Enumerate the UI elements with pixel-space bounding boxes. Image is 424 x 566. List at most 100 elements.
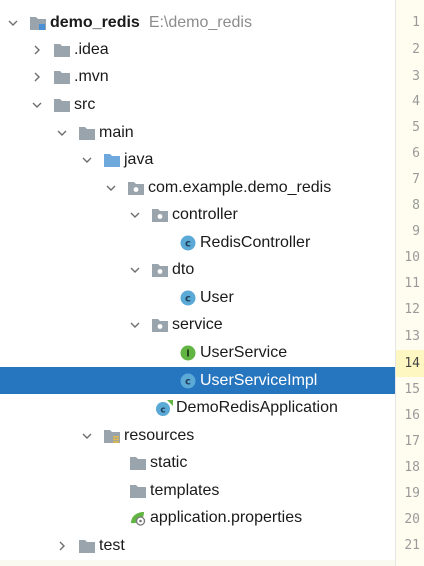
package-icon [150,316,170,334]
tree-item-label: UserService [200,343,288,361]
line-number: 15 [404,382,420,397]
line-number: 16 [404,408,420,423]
package-icon [150,206,170,224]
chevron-right-icon[interactable] [55,539,69,553]
tree-item-label: DemoRedisApplication [176,398,338,416]
chevron-down-icon[interactable] [55,126,69,140]
line-number: 6 [412,146,420,161]
folder-icon [52,96,72,114]
chevron-down-icon[interactable] [6,16,20,30]
line-number: 3 [412,69,420,84]
svg-text:c: c [160,405,165,415]
chevron-down-icon[interactable] [80,429,94,443]
tree-item-demo-redis-application[interactable]: c DemoRedisApplication [0,394,396,421]
chevron-down-icon[interactable] [80,153,94,167]
line-number: 1 [412,15,420,30]
tree-item-demo-redis[interactable]: demo_redis E:\demo_redis [0,9,396,36]
line-number: 4 [412,94,420,109]
line-number: 2 [412,42,420,57]
tree-item-java[interactable]: java [0,146,396,173]
tree-item-label: src [74,95,96,113]
line-number: 12 [404,302,420,317]
chevron-down-icon[interactable] [128,318,142,332]
resources-root-folder-icon [102,427,122,445]
tree-item-user-service[interactable]: I UserService [0,339,396,366]
tree-item-label: User [200,288,234,306]
line-number: 10 [404,250,420,265]
line-number: 5 [412,120,420,135]
tree-item-label: java [124,150,154,168]
folder-icon [77,537,97,555]
tree-item-redis-controller[interactable]: c RedisController [0,229,396,256]
line-number: 18 [404,460,420,475]
project-name-label: demo_redis [50,13,140,31]
chevron-right-icon[interactable] [30,70,44,84]
tree-item-label: .mvn [74,67,109,85]
module-folder-icon [28,14,48,32]
tree-item-user-service-impl[interactable]: c UserServiceImpl [0,367,396,394]
chevron-down-icon[interactable] [30,98,44,112]
source-root-folder-icon [102,151,122,169]
tree-item-src[interactable]: src [0,91,396,118]
line-number: 21 [404,538,420,553]
tree-item-label: templates [150,481,220,499]
chevron-right-icon[interactable] [30,43,44,57]
chevron-down-icon[interactable] [128,263,142,277]
line-number: 8 [412,198,420,213]
line-number: 7 [412,172,420,187]
tree-item-label: main [99,123,134,141]
folder-icon [128,482,148,500]
line-number: 19 [404,486,420,501]
chevron-down-icon[interactable] [104,181,118,195]
tree-item-label: UserServiceImpl [200,371,318,389]
tree-item-main[interactable]: main [0,119,396,146]
tree-item-label: test [99,536,125,554]
ide-window: demo_redis E:\demo_redis .idea .mvn src … [0,0,424,566]
package-icon [126,179,146,197]
tree-item-label: RedisController [200,233,311,251]
tree-item-user[interactable]: c User [0,284,396,311]
tree-item-resources[interactable]: resources [0,422,396,449]
tree-item-label: dto [172,260,195,278]
line-number: 17 [404,434,420,449]
tree-item-mvn[interactable]: .mvn [0,63,396,90]
class-icon: c [178,372,198,390]
tree-item-label: com.example.demo_redis [148,178,332,196]
tree-item-static[interactable]: static [0,449,396,476]
tree-item-package-root[interactable]: com.example.demo_redis [0,174,396,201]
line-number: 9 [412,224,420,239]
tree-item-label: resources [124,426,195,444]
package-icon [150,261,170,279]
folder-icon [77,124,97,142]
tree-item-label: service [172,315,223,333]
tree-item-templates[interactable]: templates [0,477,396,504]
project-tree: demo_redis E:\demo_redis .idea .mvn src … [0,0,396,566]
spring-boot-class-icon: c [154,399,174,417]
interface-icon: I [178,344,198,362]
tree-item-controller[interactable]: controller [0,201,396,228]
svg-text:c: c [185,376,191,387]
editor-gutter: 1 2 3 4 5 6 7 8 9 10 11 12 13 14 15 16 1… [396,0,424,566]
tree-item-label: application.properties [150,508,303,526]
svg-text:I: I [186,348,190,359]
tree-item-application-properties[interactable]: application.properties [0,504,396,531]
tree-item-idea[interactable]: .idea [0,36,396,63]
class-icon: c [178,289,198,307]
folder-icon [52,68,72,86]
tree-item-dto[interactable]: dto [0,256,396,283]
project-path-label: E:\demo_redis [148,13,252,31]
tree-item-label: static [150,453,188,471]
chevron-down-icon[interactable] [128,208,142,222]
folder-icon [52,41,72,59]
class-icon: c [178,234,198,252]
tree-item-label: controller [172,205,238,223]
line-number: 11 [404,276,420,291]
folder-icon [128,454,148,472]
tree-item-service[interactable]: service [0,311,396,338]
line-number: 20 [404,512,420,527]
tree-item-test[interactable]: test [0,532,396,559]
scrolled-row-hint [0,0,396,2]
line-number-current: 14 [404,356,420,371]
properties-file-icon [128,509,148,527]
svg-text:c: c [185,238,191,249]
